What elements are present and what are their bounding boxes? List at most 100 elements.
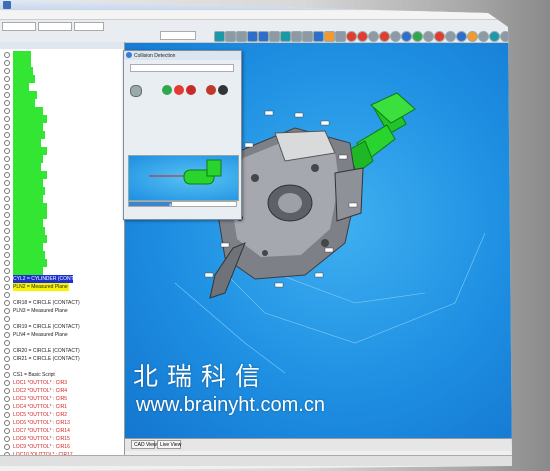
toolbar-combo-2[interactable] (38, 22, 72, 31)
edit-window-tree[interactable]: CYL2 = CYLINDER (CONTACT) PLN2 = Measured… (0, 42, 125, 462)
dialog-title: Collision Detection (134, 53, 176, 59)
select-icon[interactable] (269, 31, 280, 42)
tree-row[interactable]: LOC8 *OUTTOL* : CIR15 (0, 435, 124, 443)
tree-row[interactable]: CIR20 = CIRCLE (CONTACT) (0, 347, 124, 355)
dialog-select[interactable] (130, 64, 234, 72)
tab-live-view[interactable]: Live View (157, 440, 181, 449)
tree-row[interactable] (0, 115, 124, 123)
tree-row[interactable] (0, 235, 124, 243)
tree-row[interactable] (0, 251, 124, 259)
tree-row[interactable]: LOC9 *OUTTOL* : CIR16 (0, 443, 124, 451)
tree-row[interactable] (0, 187, 124, 195)
tree-row[interactable]: LOC6 *OUTTOL* : CIR13 (0, 419, 124, 427)
settings-icon[interactable] (445, 31, 456, 42)
tree-row[interactable] (0, 131, 124, 139)
collision-preview (128, 155, 239, 201)
target-icon[interactable] (379, 31, 390, 42)
tree-row[interactable]: CIR19 = CIRCLE (CONTACT) (0, 323, 124, 331)
color-icon[interactable] (456, 31, 467, 42)
collision-detection-dialog[interactable]: Collision Detection 40% (123, 50, 242, 220)
probe-icon[interactable] (313, 31, 324, 42)
tree-row[interactable] (0, 291, 124, 299)
tree-row-label: CIR20 = CIRCLE (CONTACT) (13, 348, 80, 354)
toolbar-combo-1[interactable] (2, 22, 36, 31)
tree-row[interactable]: PLN4 = Measured Plane (0, 331, 124, 339)
plane-icon[interactable] (423, 31, 434, 42)
alert-icon[interactable] (434, 31, 445, 42)
help-icon[interactable] (489, 31, 500, 42)
tree-row[interactable] (0, 59, 124, 67)
play-button[interactable] (162, 85, 172, 95)
tree-row[interactable] (0, 99, 124, 107)
tree-row[interactable] (0, 195, 124, 203)
node-icon (4, 380, 10, 386)
record-icon[interactable] (346, 31, 357, 42)
tree-row[interactable] (0, 339, 124, 347)
tree-row[interactable] (0, 171, 124, 179)
tree-row[interactable]: LOC2 *OUTTOL* : CIR4 (0, 387, 124, 395)
highlight-bar (13, 243, 43, 251)
step-button[interactable] (218, 85, 228, 95)
sphere-icon[interactable] (401, 31, 412, 42)
tree-row[interactable] (0, 259, 124, 267)
tree-row[interactable] (0, 163, 124, 171)
tree-row[interactable]: CYL2 = CYLINDER (CONTACT) (0, 275, 124, 283)
tree-row[interactable] (0, 139, 124, 147)
tree-row[interactable] (0, 91, 124, 99)
pause-button[interactable] (174, 85, 184, 95)
tree-row[interactable] (0, 123, 124, 131)
tab-cad-view[interactable]: CAD View (131, 440, 157, 449)
rotate-icon[interactable] (247, 31, 258, 42)
tree-row[interactable] (0, 75, 124, 83)
tree-row[interactable] (0, 51, 124, 59)
tree-row[interactable]: LOC7 *OUTTOL* : CIR14 (0, 427, 124, 435)
tree-row[interactable]: CS1 = Basic Script (0, 371, 124, 379)
zoom-icon[interactable] (225, 31, 236, 42)
tree-row[interactable] (0, 203, 124, 211)
tree-row[interactable] (0, 267, 124, 275)
progress-text: 40% (169, 202, 178, 207)
point-icon[interactable] (335, 31, 346, 42)
tree-row[interactable] (0, 243, 124, 251)
tree-row[interactable] (0, 83, 124, 91)
tree-row[interactable]: LOC1 *OUTTOL* : CIR3 (0, 379, 124, 387)
tree-row[interactable]: PLN3 = Measured Plane (0, 307, 124, 315)
tree-row[interactable]: CIR18 = CIRCLE (CONTACT) (0, 299, 124, 307)
grid-icon[interactable] (280, 31, 291, 42)
tree-row[interactable]: LOC4 *OUTTOL* : CIR1 (0, 403, 124, 411)
view-icon[interactable] (214, 31, 225, 42)
node-icon (4, 388, 10, 394)
toolbar-combo-3[interactable] (74, 22, 104, 31)
paint-icon[interactable] (467, 31, 478, 42)
highlight-bar (13, 163, 41, 171)
stop-icon[interactable] (357, 31, 368, 42)
tree-row[interactable]: LOC3 *OUTTOL* : CIR5 (0, 395, 124, 403)
tree-row[interactable]: PLN2 = Measured Plane (0, 283, 124, 291)
cross-icon[interactable] (390, 31, 401, 42)
layers-icon[interactable] (291, 31, 302, 42)
check-icon[interactable] (412, 31, 423, 42)
tree-row[interactable] (0, 67, 124, 75)
tree-row[interactable] (0, 211, 124, 219)
settings-icon[interactable] (130, 85, 142, 97)
fit-icon[interactable] (258, 31, 269, 42)
preview-probe (149, 159, 222, 185)
workplane-select[interactable] (160, 31, 196, 40)
tree-row[interactable] (0, 179, 124, 187)
tree-row[interactable] (0, 107, 124, 115)
print-icon[interactable] (478, 31, 489, 42)
tree-row[interactable] (0, 227, 124, 235)
stop-button[interactable] (186, 85, 196, 95)
tree-row[interactable] (0, 147, 124, 155)
tree-row[interactable] (0, 315, 124, 323)
pan-icon[interactable] (236, 31, 247, 42)
align-icon[interactable] (368, 31, 379, 42)
tree-row[interactable]: LOC5 *OUTTOL* : CIR2 (0, 411, 124, 419)
tree-row[interactable] (0, 155, 124, 163)
tree-row[interactable] (0, 219, 124, 227)
rewind-button[interactable] (206, 85, 216, 95)
tree-row[interactable]: CIR21 = CIRCLE (CONTACT) (0, 355, 124, 363)
tree-row[interactable] (0, 363, 124, 371)
camera-icon[interactable] (302, 31, 313, 42)
measure-icon[interactable] (324, 31, 335, 42)
